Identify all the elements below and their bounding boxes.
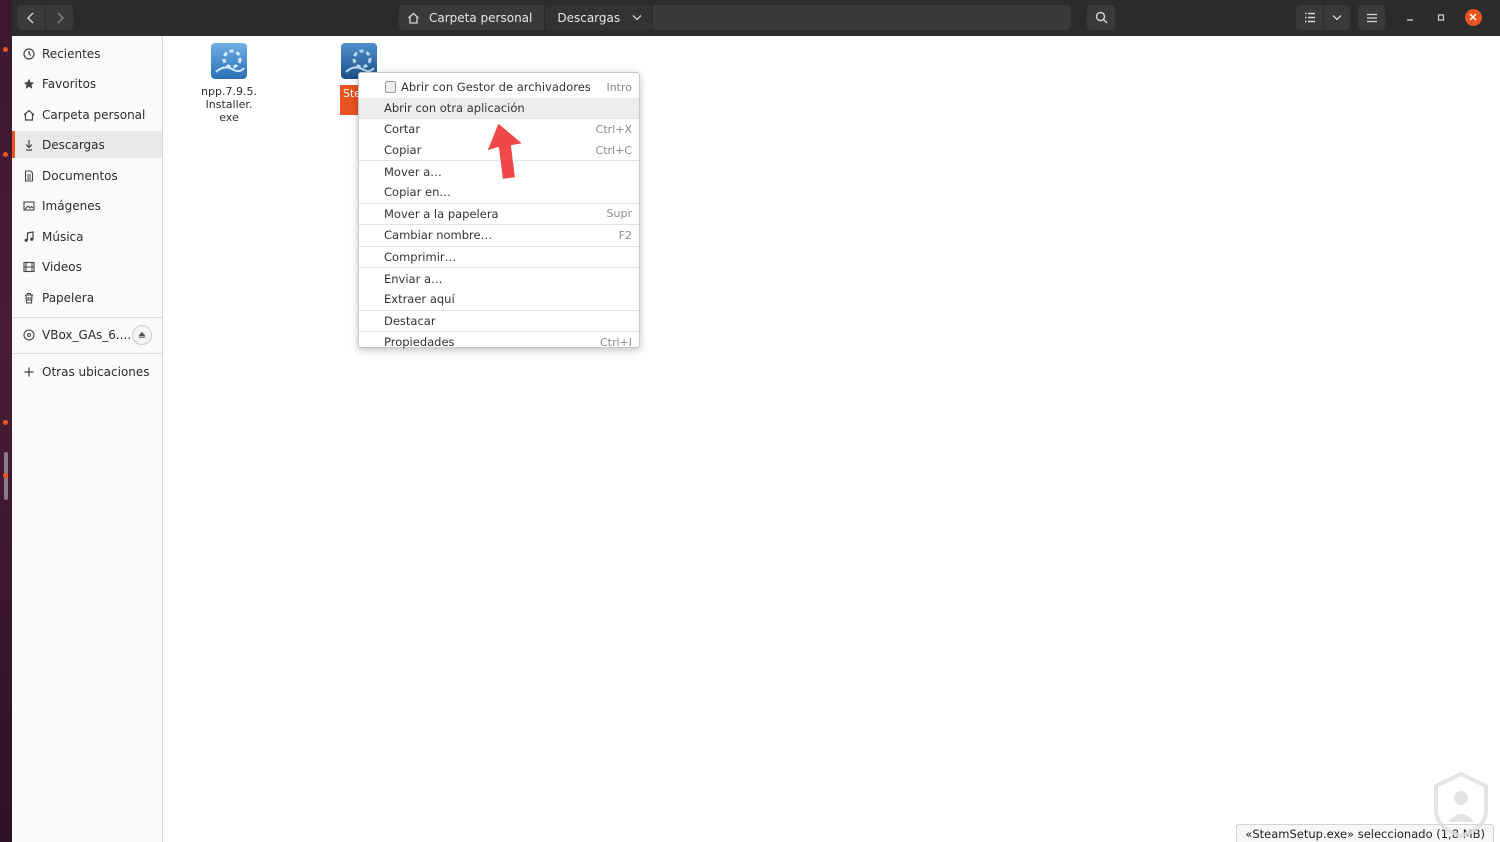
archive-manager-icon bbox=[385, 81, 396, 93]
menu-item-open-with-other-app[interactable]: Abrir con otra aplicación bbox=[359, 97, 639, 119]
list-view-button[interactable] bbox=[1296, 5, 1323, 30]
sidebar-item-papelera[interactable]: Papelera bbox=[12, 284, 162, 311]
sidebar-item-label: Documentos bbox=[42, 168, 118, 183]
search-icon bbox=[1095, 11, 1107, 24]
menu-item-send-to[interactable]: Enviar a… bbox=[359, 268, 639, 289]
dock-running-indicator bbox=[3, 152, 8, 157]
search-button[interactable] bbox=[1087, 5, 1115, 30]
dock-running-indicator bbox=[3, 47, 8, 52]
sidebar-item-imagenes[interactable]: Imágenes bbox=[12, 192, 162, 219]
sidebar-item-label: Carpeta personal bbox=[42, 107, 146, 122]
sidebar-item-carpeta-personal[interactable]: Carpeta personal bbox=[12, 101, 162, 128]
minimize-icon bbox=[1407, 19, 1413, 21]
back-button[interactable] bbox=[17, 5, 45, 30]
menu-item-compress[interactable]: Comprimir… bbox=[359, 247, 639, 268]
restore-icon bbox=[1437, 14, 1445, 21]
dock-running-indicator bbox=[3, 420, 8, 425]
sidebar-item-musica[interactable]: Música bbox=[12, 223, 162, 250]
menu-item-properties[interactable]: Propiedades Ctrl+I bbox=[359, 332, 639, 353]
hamburger-menu-icon bbox=[1366, 13, 1377, 22]
sidebar-item-label: Papelera bbox=[42, 290, 95, 305]
menu-item-star[interactable]: Destacar bbox=[359, 311, 639, 332]
menu-item-move-to-trash[interactable]: Mover a la papelera Supr bbox=[359, 204, 639, 225]
sidebar-item-recientes[interactable]: Recientes bbox=[12, 40, 162, 67]
star-icon bbox=[23, 78, 35, 90]
sidebar-item-device[interactable]: VBox_GAs_6.... bbox=[12, 321, 162, 348]
eject-button[interactable] bbox=[132, 324, 152, 345]
music-icon bbox=[23, 230, 35, 243]
sidebar-separator bbox=[12, 317, 162, 318]
chevron-down-icon bbox=[1332, 15, 1342, 21]
main-menu-button[interactable] bbox=[1358, 5, 1385, 30]
close-icon bbox=[1464, 8, 1482, 26]
sidebar-item-label: Imágenes bbox=[42, 198, 101, 213]
path-current-button[interactable]: Descargas bbox=[545, 5, 654, 30]
file-manager-window: Carpeta personal Descargas Recientes Fav… bbox=[12, 0, 1500, 842]
image-icon bbox=[23, 200, 35, 212]
eject-icon bbox=[138, 331, 146, 338]
clock-icon bbox=[23, 47, 35, 60]
dock-running-indicator bbox=[3, 473, 8, 478]
document-icon bbox=[23, 169, 35, 182]
menu-item-rename[interactable]: Cambiar nombre… F2 bbox=[359, 225, 639, 246]
sidebar-item-descargas[interactable]: Descargas bbox=[12, 131, 162, 158]
sidebar-item-label: Otras ubicaciones bbox=[42, 364, 150, 379]
sidebar-item-label: Videos bbox=[42, 259, 82, 274]
video-icon bbox=[23, 261, 35, 273]
executable-file-icon bbox=[210, 42, 248, 80]
chevron-down-icon bbox=[632, 15, 642, 21]
menu-item-extract-here[interactable]: Extraer aquí bbox=[359, 289, 639, 310]
trash-icon bbox=[23, 292, 35, 304]
sidebar: Recientes Favoritos Carpeta personal Des… bbox=[12, 36, 163, 842]
download-icon bbox=[23, 139, 35, 151]
sidebar-item-videos[interactable]: Videos bbox=[12, 253, 162, 280]
minimize-button[interactable] bbox=[1398, 5, 1422, 29]
maximize-button[interactable] bbox=[1429, 5, 1453, 29]
sidebar-item-label: Música bbox=[42, 229, 84, 244]
sidebar-item-label: Favoritos bbox=[42, 76, 97, 91]
sidebar-item-label: VBox_GAs_6.... bbox=[42, 327, 132, 342]
sidebar-item-favoritos[interactable]: Favoritos bbox=[12, 70, 162, 97]
desktop-dock-strip bbox=[0, 0, 12, 842]
menu-item-open-archive-manager[interactable]: Abrir con Gestor de archivadores Intro bbox=[359, 77, 639, 98]
watermark-logo-icon bbox=[1434, 772, 1488, 838]
header-bar: Carpeta personal Descargas bbox=[12, 0, 1500, 36]
menu-item-copy-to[interactable]: Copiar en… bbox=[359, 182, 639, 203]
path-current-label: Descargas bbox=[557, 10, 621, 25]
plus-icon bbox=[23, 366, 35, 378]
chevron-right-icon bbox=[56, 11, 64, 24]
file-item[interactable]: npp.7.9.5. Installer. exe bbox=[194, 42, 264, 124]
disc-icon bbox=[23, 328, 35, 341]
path-bar: Carpeta personal Descargas bbox=[399, 5, 1071, 30]
sidebar-item-documentos[interactable]: Documentos bbox=[12, 162, 162, 189]
red-arrow-annotation-icon bbox=[485, 121, 525, 181]
file-name: npp.7.9.5. Installer. exe bbox=[201, 85, 257, 124]
home-icon bbox=[408, 12, 419, 24]
sidebar-separator bbox=[12, 353, 162, 354]
home-icon bbox=[23, 109, 35, 121]
list-view-icon bbox=[1304, 12, 1315, 23]
sidebar-item-label: Descargas bbox=[42, 137, 105, 152]
context-menu: Abrir con Gestor de archivadores Intro A… bbox=[358, 72, 640, 349]
path-home-button[interactable]: Carpeta personal bbox=[399, 5, 546, 30]
sidebar-item-label: Recientes bbox=[42, 46, 101, 61]
forward-button[interactable] bbox=[46, 5, 73, 30]
sidebar-item-otras-ubicaciones[interactable]: Otras ubicaciones bbox=[12, 358, 162, 385]
close-window-button[interactable] bbox=[1461, 5, 1485, 29]
chevron-left-icon bbox=[26, 11, 34, 24]
path-home-label: Carpeta personal bbox=[429, 10, 533, 25]
view-options-button[interactable] bbox=[1324, 5, 1350, 30]
